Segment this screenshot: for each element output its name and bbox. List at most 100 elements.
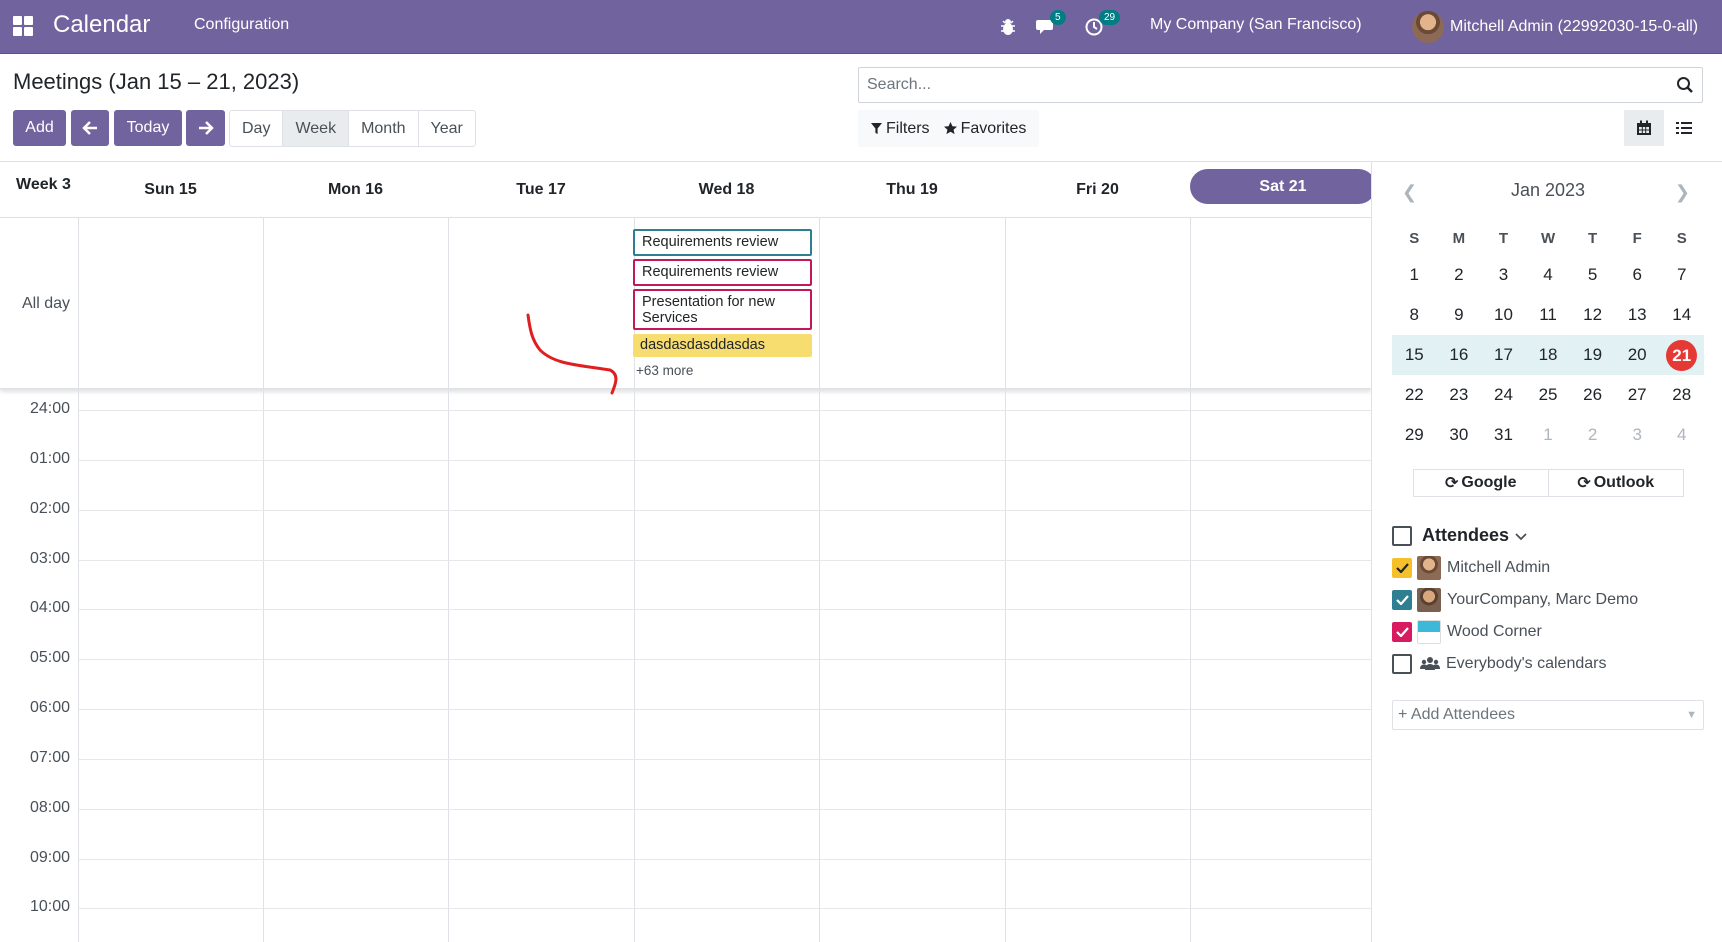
event-requirements-review-pink[interactable]: Requirements review [633, 259, 812, 286]
more-events-link[interactable]: +63 more [636, 363, 693, 378]
mini-day[interactable]: 20 [1615, 345, 1660, 365]
filters-toggle[interactable]: Filters [864, 120, 937, 138]
mini-day[interactable]: 2 [1437, 265, 1482, 285]
mini-day[interactable]: 17 [1481, 345, 1526, 365]
user-menu[interactable]: Mitchell Admin (22992030-15-0-all) [1412, 11, 1698, 43]
attendee-checkbox[interactable] [1392, 622, 1412, 642]
apps-menu-icon[interactable] [13, 16, 33, 36]
mini-week-row: 8 9 10 11 12 13 14 [1392, 295, 1704, 335]
mini-day[interactable]: 9 [1437, 305, 1482, 325]
mini-day-next-month[interactable]: 4 [1659, 425, 1704, 445]
company-logo-icon [1417, 620, 1441, 644]
day-header-fri[interactable]: Fri 20 [1005, 162, 1190, 217]
mini-day[interactable]: 23 [1437, 385, 1482, 405]
search-icon[interactable] [1676, 76, 1694, 94]
mini-day[interactable]: 6 [1615, 265, 1660, 285]
company-switcher[interactable]: My Company (San Francisco) [1150, 16, 1362, 34]
mini-day[interactable]: 27 [1615, 385, 1660, 405]
mini-day[interactable]: 13 [1615, 305, 1660, 325]
mini-day[interactable]: 5 [1570, 265, 1615, 285]
scale-week[interactable]: Week [283, 111, 350, 146]
event-requirements-review-teal[interactable]: Requirements review [633, 229, 812, 256]
mini-day[interactable]: 18 [1526, 345, 1571, 365]
attendee-checkbox[interactable] [1392, 654, 1412, 674]
mini-day[interactable]: 14 [1659, 305, 1704, 325]
mini-day[interactable]: 31 [1481, 425, 1526, 445]
activity-badge: 29 [1099, 10, 1121, 25]
scale-year[interactable]: Year [419, 111, 475, 146]
google-sync-button[interactable]: ⟳ Google [1414, 470, 1549, 496]
today-button[interactable]: Today [114, 110, 182, 146]
day-header-wed[interactable]: Wed 18 [634, 162, 819, 217]
mini-next-month-icon[interactable]: ❯ [1675, 182, 1690, 203]
add-attendees-input[interactable]: + Add Attendees ▼ [1392, 700, 1704, 730]
mini-day[interactable]: 12 [1570, 305, 1615, 325]
favorites-toggle[interactable]: Favorites [937, 120, 1034, 138]
messages-icon[interactable]: 5 [1036, 0, 1066, 54]
mini-day[interactable]: 26 [1570, 385, 1615, 405]
mini-day[interactable]: 8 [1392, 305, 1437, 325]
mini-day[interactable]: 3 [1481, 265, 1526, 285]
mini-day[interactable]: 4 [1526, 265, 1571, 285]
mini-day[interactable]: 11 [1526, 305, 1571, 325]
mini-day[interactable]: 1 [1392, 265, 1437, 285]
day-header-thu[interactable]: Thu 19 [819, 162, 1005, 217]
hour-label: 02:00 [30, 500, 71, 517]
mini-day[interactable]: 10 [1481, 305, 1526, 325]
mini-day-today[interactable]: 21 [1659, 339, 1704, 371]
mini-day[interactable]: 19 [1570, 345, 1615, 365]
debug-bug-icon[interactable] [1000, 0, 1016, 54]
hour-line [78, 709, 1371, 710]
mini-day[interactable]: 15 [1392, 345, 1437, 365]
next-button[interactable] [186, 110, 225, 146]
attendees-title[interactable]: Attendees [1422, 525, 1509, 546]
event-dasdas[interactable]: dasdasdasddasdas [633, 334, 812, 357]
hour-label: 01:00 [30, 450, 71, 467]
event-presentation-new-services[interactable]: Presentation for new Services [633, 289, 812, 330]
add-button[interactable]: Add [13, 110, 66, 146]
weekday-label: F [1632, 229, 1642, 247]
previous-button[interactable] [71, 110, 109, 146]
attendee-checkbox[interactable] [1392, 558, 1412, 578]
activity-clock-icon[interactable]: 29 [1085, 0, 1121, 54]
list-view-button[interactable] [1664, 110, 1704, 146]
outlook-sync-button[interactable]: ⟳ Outlook [1549, 470, 1684, 496]
scale-month[interactable]: Month [349, 111, 419, 146]
hour-label: 09:00 [30, 849, 71, 866]
attendee-wood-corner[interactable]: Wood Corner [1392, 620, 1542, 644]
day-header-sat-today[interactable]: Sat 21 [1190, 169, 1371, 204]
mini-day-next-month[interactable]: 1 [1526, 425, 1571, 445]
today-marker: 21 [1666, 339, 1698, 371]
mini-day-next-month[interactable]: 3 [1615, 425, 1660, 445]
mini-day[interactable]: 29 [1392, 425, 1437, 445]
hour-line [78, 460, 1371, 461]
scale-day[interactable]: Day [230, 111, 284, 146]
attendees-select-all-checkbox[interactable] [1392, 525, 1412, 546]
menu-configuration[interactable]: Configuration [194, 16, 289, 34]
attendee-everybody[interactable]: Everybody's calendars [1392, 652, 1606, 676]
mini-day[interactable]: 7 [1659, 265, 1704, 285]
day-header-mon[interactable]: Mon 16 [263, 162, 448, 217]
mini-day[interactable]: 24 [1481, 385, 1526, 405]
search-input[interactable] [859, 68, 1639, 102]
hour-label: 04:00 [30, 599, 71, 616]
mini-day[interactable]: 25 [1526, 385, 1571, 405]
attendee-checkbox[interactable] [1392, 590, 1412, 610]
app-title[interactable]: Calendar [53, 11, 150, 39]
mini-day[interactable]: 28 [1659, 385, 1704, 405]
mini-day[interactable]: 22 [1392, 385, 1437, 405]
check-icon [1395, 563, 1409, 573]
mini-calendar: ❮ Jan 2023 ❯ S M T W T F S 1 2 3 4 5 6 7… [1392, 170, 1704, 444]
attendee-marc-demo[interactable]: YourCompany, Marc Demo [1392, 588, 1638, 612]
chevron-down-icon[interactable] [1515, 533, 1527, 541]
mini-day[interactable]: 30 [1437, 425, 1482, 445]
refresh-icon: ⟳ [1577, 475, 1591, 492]
mini-day-next-month[interactable]: 2 [1570, 425, 1615, 445]
mini-week-row: 1 2 3 4 5 6 7 [1392, 255, 1704, 295]
calendar-view-button[interactable] [1624, 110, 1664, 146]
day-header-tue[interactable]: Tue 17 [448, 162, 634, 217]
attendee-mitchell-admin[interactable]: Mitchell Admin [1392, 556, 1550, 580]
mini-day[interactable]: 16 [1437, 345, 1482, 365]
top-navbar: Calendar Configuration 5 29 My Company (… [0, 0, 1722, 54]
day-header-sun[interactable]: Sun 15 [78, 162, 263, 217]
